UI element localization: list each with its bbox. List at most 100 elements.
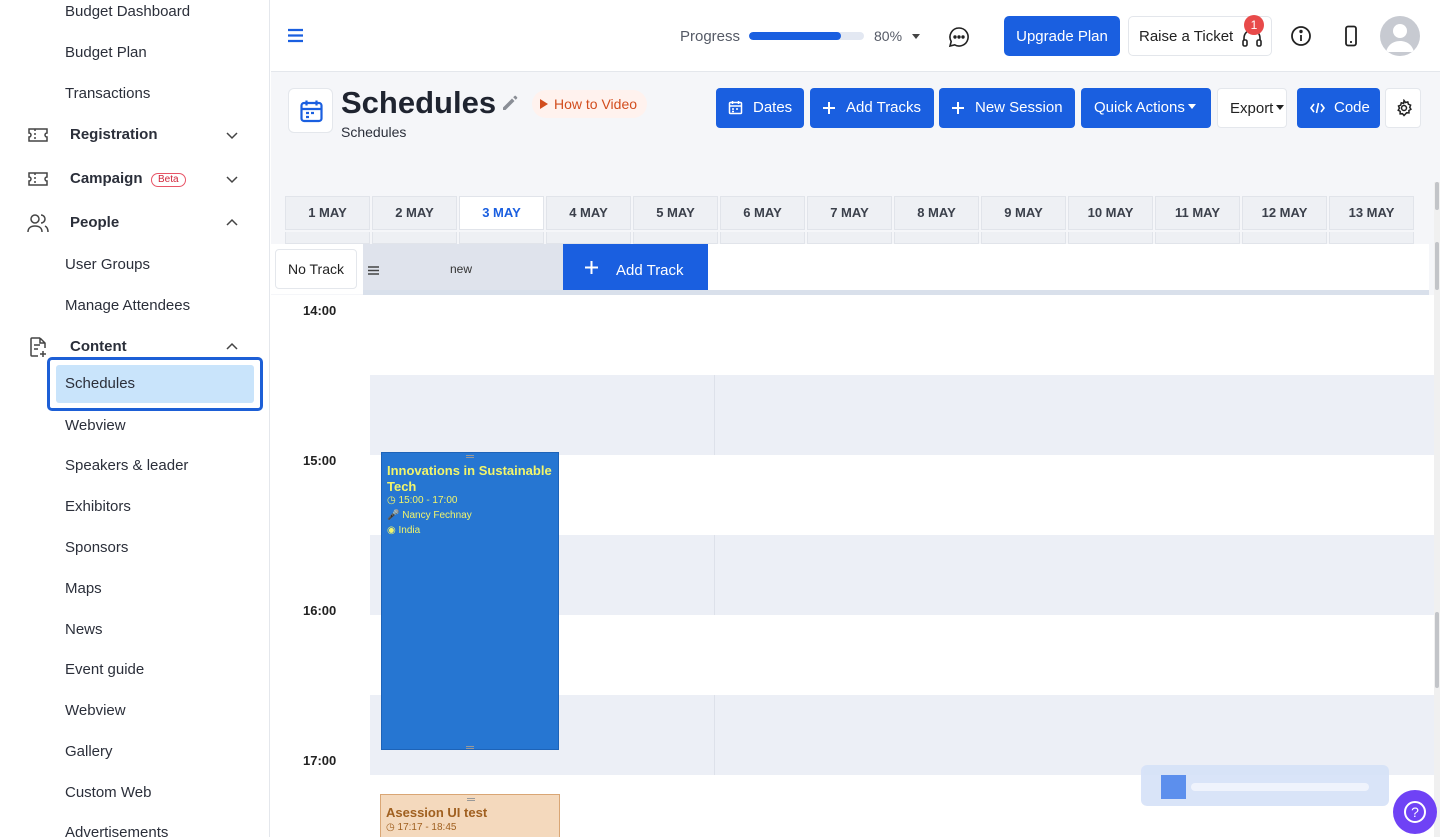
location-pin-icon: ◉ [387,525,399,536]
play-icon [540,99,548,110]
sidebar-group-label: Registration [70,126,158,143]
progress-bar [749,32,864,40]
loader-bar [1191,783,1369,791]
plus-icon [823,102,835,114]
loader-square [1161,775,1186,799]
new-session-button[interactable]: New Session [939,88,1075,128]
session-title: Innovations in Sustainable Tech [387,463,552,494]
add-track-button[interactable]: Add Track [563,244,708,290]
session-location: India [398,525,421,536]
date-tab-active[interactable]: 3 MAY [459,196,544,230]
date-tab[interactable]: 12 MAY [1242,196,1327,230]
hamburger-menu-icon[interactable] [287,27,304,44]
dates-button[interactable]: Dates [716,88,804,128]
date-tab[interactable]: 5 MAY [633,196,718,230]
sidebar-item-transactions[interactable]: Transactions [65,85,150,102]
date-tab[interactable]: 13 MAY [1329,196,1414,230]
vertical-scrollbar[interactable] [1434,182,1440,837]
export-button[interactable]: Export [1217,88,1287,128]
time-label: 16:00 [303,603,337,618]
sidebar-item-maps[interactable]: Maps [65,580,102,597]
drag-handle-icon[interactable] [368,266,379,275]
sidebar: Budget Dashboard Budget Plan Transaction… [0,0,270,837]
session-card[interactable]: Asession UI test ◷ 17:17 - 18:45 [380,794,560,837]
code-icon [1310,102,1325,114]
sidebar-item-webview-2[interactable]: Webview [65,702,126,719]
time-label: 14:00 [303,303,337,318]
how-to-video-label: How to Video [554,96,638,112]
sidebar-item-schedules[interactable]: Schedules [56,365,254,403]
quick-actions-button[interactable]: Quick Actions [1081,88,1211,128]
add-tracks-label: Add Tracks [846,99,922,116]
add-tracks-button[interactable]: Add Tracks [810,88,934,128]
track-column-header[interactable]: new [363,244,563,290]
code-label: Code [1334,99,1370,116]
resize-handle-icon[interactable] [466,746,474,749]
schedule-grid: 14:00 15:00 16:00 17:00 Innovations in S… [271,295,1434,837]
user-icon [1386,24,1414,52]
page-title: Schedules [341,85,497,120]
date-tab[interactable]: 10 MAY [1068,196,1153,230]
sidebar-item-advertisements[interactable]: Advertisements [65,824,168,837]
sidebar-item-custom-web[interactable]: Custom Web [65,784,151,801]
sidebar-item-webview[interactable]: Webview [65,417,126,434]
date-tab[interactable]: 8 MAY [894,196,979,230]
add-track-label: Add Track [616,262,684,279]
upgrade-plan-button[interactable]: Upgrade Plan [1004,16,1120,56]
help-button[interactable]: ? [1393,790,1437,834]
column-divider [714,375,715,455]
sidebar-group-label: Campaign [70,170,143,187]
progress-dropdown-caret[interactable] [912,34,920,39]
raise-ticket-label: Raise a Ticket [1139,28,1234,45]
sidebar-item-event-guide[interactable]: Event guide [65,661,144,678]
sidebar-item-budget-dashboard[interactable]: Budget Dashboard [65,3,190,20]
sidebar-item-speakers[interactable]: Speakers & leader [65,457,188,474]
topbar: Progress 80% Upgrade Plan Raise a Ticket… [271,0,1440,72]
date-tab[interactable]: 7 MAY [807,196,892,230]
sidebar-item-exhibitors[interactable]: Exhibitors [65,498,131,515]
info-icon[interactable] [1290,25,1312,47]
question-icon: ? [1404,801,1426,823]
raise-ticket-button[interactable]: Raise a Ticket 1 [1128,15,1272,56]
scrollbar-thumb[interactable] [1435,612,1439,688]
how-to-video-link[interactable]: How to Video [532,90,648,118]
sidebar-item-news[interactable]: News [65,621,103,638]
scrollbar-thumb[interactable] [1435,242,1439,290]
date-tab-shadow [807,232,892,244]
sidebar-item-budget-plan[interactable]: Budget Plan [65,44,147,61]
date-tab[interactable]: 1 MAY [285,196,370,230]
sidebar-item-manage-attendees[interactable]: Manage Attendees [65,297,190,314]
resize-handle-icon[interactable] [466,455,474,458]
code-button[interactable]: Code [1297,88,1380,128]
time-slot-band[interactable] [370,375,1434,455]
settings-button[interactable] [1385,88,1421,128]
microphone-icon: 🎤 [387,510,403,521]
progress-label: Progress [680,28,741,45]
pencil-icon[interactable] [501,94,519,112]
sidebar-group-label: People [70,214,120,231]
date-tab-shadow [459,232,544,244]
chevron-up-icon [226,218,238,226]
sidebar-group-campaign[interactable]: Campaign Beta [0,164,269,194]
session-card[interactable]: Innovations in Sustainable Tech ◷ 15:00 … [381,452,559,750]
date-tab-shadow [285,232,370,244]
avatar[interactable] [1380,16,1420,56]
date-tab[interactable]: 4 MAY [546,196,631,230]
progress-percent: 80% [874,28,903,44]
date-tab-shadow [1068,232,1153,244]
sidebar-group-people[interactable]: People [0,208,269,238]
column-divider [714,535,715,615]
date-tab[interactable]: 2 MAY [372,196,457,230]
date-tab[interactable]: 9 MAY [981,196,1066,230]
mobile-icon[interactable] [1341,25,1361,47]
no-track-label[interactable]: No Track [275,249,357,289]
sidebar-item-user-groups[interactable]: User Groups [65,256,150,273]
date-tab[interactable]: 11 MAY [1155,196,1240,230]
date-tab[interactable]: 6 MAY [720,196,805,230]
chat-icon[interactable] [948,26,970,48]
scrollbar-thumb[interactable] [1435,182,1439,210]
sidebar-item-gallery[interactable]: Gallery [65,743,113,760]
sidebar-item-sponsors[interactable]: Sponsors [65,539,128,556]
resize-handle-icon[interactable] [467,798,475,801]
sidebar-group-registration[interactable]: Registration [0,120,269,150]
